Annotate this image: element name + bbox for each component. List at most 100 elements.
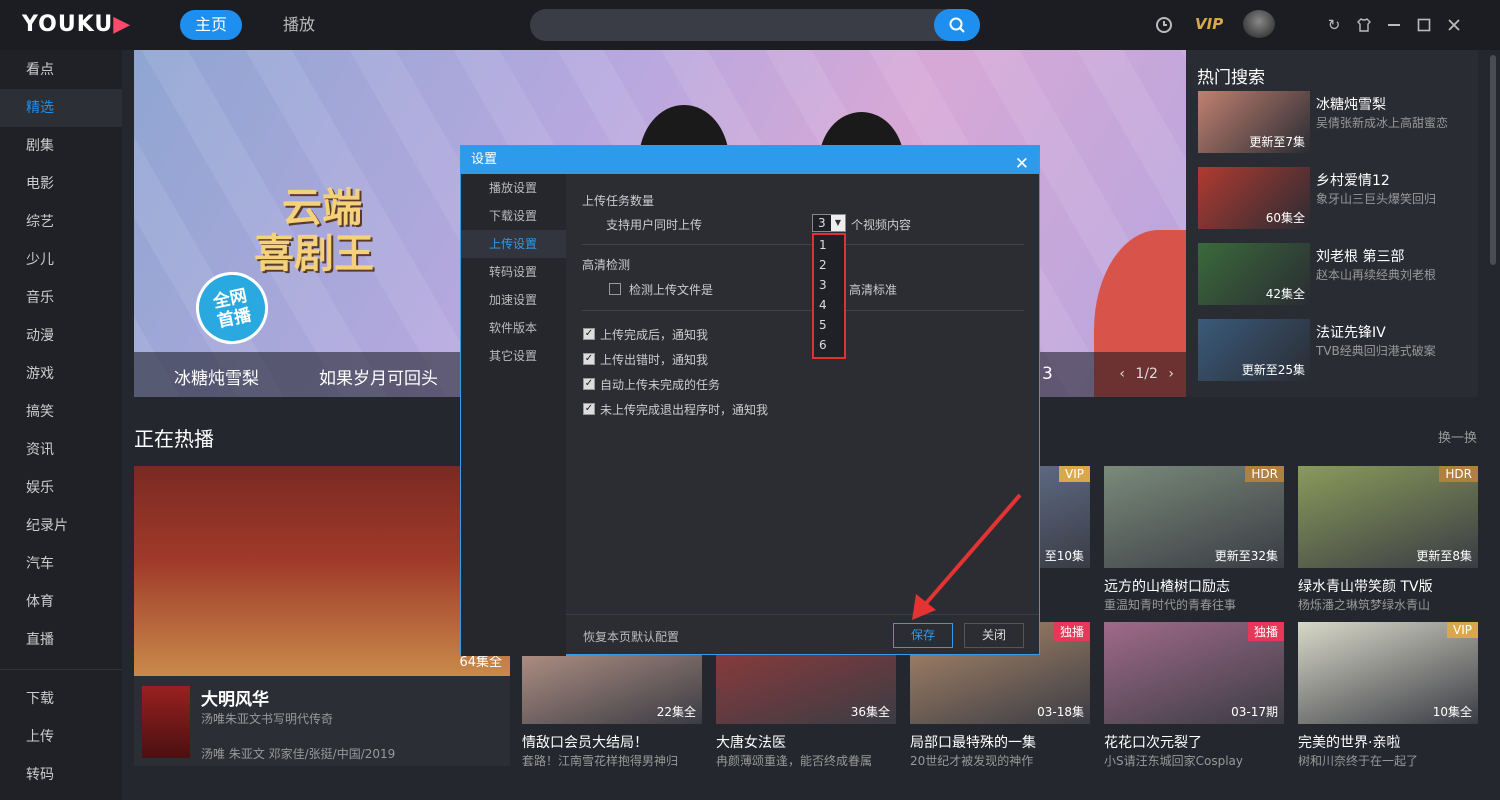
notify-checkbox[interactable]: ✓ [583, 328, 595, 340]
dropdown-arrow-icon[interactable]: ▼ [831, 215, 845, 231]
sidebar-item[interactable]: 娱乐 [0, 469, 122, 507]
hot-search-title[interactable]: 冰糖炖雪梨 [1316, 94, 1386, 114]
hot-search-item[interactable]: 更新至7集 冰糖炖雪梨 吴倩张新成冰上高甜蜜恋 [1198, 91, 1478, 153]
dropdown-option[interactable]: 5 [814, 315, 844, 335]
sidebar-item[interactable]: 音乐 [0, 279, 122, 317]
settings-nav-item[interactable]: 播放设置 [461, 174, 566, 202]
nav-play[interactable]: 播放 [268, 10, 330, 40]
sidebar-item[interactable]: 上传 [0, 718, 122, 756]
sidebar-item[interactable]: 直播 [0, 621, 122, 659]
video-card[interactable]: VIP 10集全 完美的世界·亲啦 树和川奈终于在一起了 [1298, 622, 1478, 768]
settings-nav-item[interactable]: 其它设置 [461, 342, 566, 370]
hot-search-item[interactable]: 42集全 刘老根 第三部 赵本山再续经典刘老根 [1198, 243, 1478, 305]
sidebar-item[interactable]: 游戏 [0, 355, 122, 393]
video-tag-badge: HDR [1245, 466, 1284, 482]
video-title[interactable]: 绿水青山带笑颜 TV版 [1298, 576, 1433, 596]
banner-pager[interactable]: ‹ 1/2 › [1119, 366, 1174, 382]
settings-nav-item[interactable]: 下载设置 [461, 202, 566, 230]
video-title[interactable]: 局部口最特殊的一集 [910, 732, 1036, 752]
minimize-icon[interactable] [1383, 14, 1405, 36]
hot-search-thumbnail[interactable]: 更新至25集 [1198, 319, 1310, 381]
banner-strip-item[interactable]: 冰糖炖雪梨 [174, 364, 259, 389]
featured-title[interactable]: 大明风华 [201, 685, 269, 710]
upload-count-dropdown[interactable]: 123456 [812, 233, 846, 359]
video-card[interactable]: HDR 更新至32集远方的山楂树口励志重温知青时代的青春往事 [1104, 466, 1284, 612]
hot-search-item[interactable]: 60集全 乡村爱情12 象牙山三巨头爆笑回归 [1198, 167, 1478, 229]
banner-strip-item[interactable]: 3 [1042, 364, 1053, 384]
video-thumbnail[interactable]: VIP 10集全 [1298, 622, 1478, 724]
hot-search-title[interactable]: 乡村爱情12 [1316, 170, 1390, 190]
maximize-icon[interactable] [1413, 14, 1435, 36]
sidebar-item[interactable]: 体育 [0, 583, 122, 621]
hot-search-title[interactable]: 刘老根 第三部 [1316, 246, 1404, 266]
scrollbar[interactable] [1490, 55, 1496, 265]
settings-nav-item[interactable]: 加速设置 [461, 286, 566, 314]
sidebar-item[interactable]: 看点 [0, 51, 122, 89]
sidebar-item[interactable]: 汽车 [0, 545, 122, 583]
settings-nav-item[interactable]: 上传设置 [461, 230, 566, 258]
search-input[interactable] [530, 9, 980, 41]
upload-count-select[interactable]: 3 ▼ [812, 214, 846, 232]
swap-link[interactable]: 换一换 [1438, 427, 1477, 446]
history-icon[interactable] [1153, 14, 1175, 36]
chevron-right-icon[interactable]: › [1168, 366, 1174, 382]
sidebar-item[interactable]: 转码 [0, 756, 122, 794]
hot-search-thumbnail[interactable]: 42集全 [1198, 243, 1310, 305]
youku-logo[interactable]: YOUKU▶ [22, 12, 131, 37]
close-button[interactable]: 关闭 [964, 623, 1024, 648]
video-card[interactable]: HDR 更新至8集 绿水青山带笑颜 TV版 杨烁潘之琳筑梦绿水青山 [1298, 466, 1478, 612]
nav-home[interactable]: 主页 [180, 10, 243, 40]
sidebar-item[interactable]: 剧集 [0, 127, 122, 165]
settings-nav-item[interactable]: 软件版本 [461, 314, 566, 342]
sidebar-item[interactable]: 少儿 [0, 241, 122, 279]
video-title[interactable]: 完美的世界·亲啦 [1298, 732, 1400, 752]
notify-checkbox[interactable]: ✓ [583, 403, 595, 415]
sidebar-item[interactable]: 下载 [0, 680, 122, 718]
dropdown-option[interactable]: 1 [814, 235, 844, 255]
hot-search-thumbnail[interactable]: 更新至7集 [1198, 91, 1310, 153]
sidebar-item[interactable]: 综艺 [0, 203, 122, 241]
sidebar-item[interactable]: 纪录片 [0, 507, 122, 545]
notify-checkbox[interactable]: ✓ [583, 378, 595, 390]
episode-count: 10集全 [1432, 705, 1472, 719]
save-button[interactable]: 保存 [893, 623, 953, 648]
video-thumbnail[interactable]: HDR 更新至32集 [1104, 466, 1284, 568]
notify-checkbox[interactable]: ✓ [583, 353, 595, 365]
video-thumbnail[interactable]: HDR 更新至8集 [1298, 466, 1478, 568]
sidebar-item[interactable]: 资讯 [0, 431, 122, 469]
hot-search-thumbnail[interactable]: 60集全 [1198, 167, 1310, 229]
video-title[interactable]: 情敌口会员大结局！ [522, 732, 648, 752]
close-window-icon[interactable] [1443, 14, 1465, 36]
hd-check-checkbox[interactable] [609, 283, 621, 295]
sidebar-item[interactable]: 动漫 [0, 317, 122, 355]
featured-thumbnail[interactable]: 64集全 [134, 466, 510, 676]
episode-count: 至10集 [1044, 549, 1084, 563]
sidebar-item[interactable]: 搞笑 [0, 393, 122, 431]
sidebar-item[interactable]: 电影 [0, 165, 122, 203]
dropdown-option[interactable]: 2 [814, 255, 844, 275]
avatar[interactable] [1243, 10, 1275, 38]
video-desc: 重温知青时代的青春往事 [1104, 598, 1237, 612]
vip-badge[interactable]: VIP [1195, 15, 1223, 33]
chevron-left-icon[interactable]: ‹ [1119, 366, 1125, 382]
video-card[interactable]: 独播 03-17期 花花口次元裂了 小S请汪东城回家Cosplay [1104, 622, 1284, 768]
sidebar-divider [0, 669, 122, 670]
hot-search-item[interactable]: 更新至25集 法证先锋IV TVB经典回归港式破案 [1198, 319, 1478, 381]
featured-card[interactable]: 64集全 大明风华 汤唯朱亚文书写明代传奇 汤唯 朱亚文 邓家佳/张挺/中国/2… [134, 466, 510, 766]
search-button[interactable] [934, 9, 980, 41]
restore-defaults-link[interactable]: 恢复本页默认配置 [583, 628, 679, 645]
video-title[interactable]: 远方的山楂树口励志 [1104, 576, 1230, 596]
settings-nav-item[interactable]: 转码设置 [461, 258, 566, 286]
featured-poster[interactable] [142, 686, 190, 758]
video-title[interactable]: 大唐女法医 [716, 732, 786, 752]
dropdown-option[interactable]: 3 [814, 275, 844, 295]
dropdown-option[interactable]: 6 [814, 335, 844, 355]
refresh-icon[interactable]: ↻ [1323, 14, 1345, 36]
hot-search-title[interactable]: 法证先锋IV [1316, 322, 1386, 342]
sidebar-item[interactable]: 精选 [0, 89, 122, 127]
video-title[interactable]: 花花口次元裂了 [1104, 732, 1202, 752]
video-thumbnail[interactable]: 独播 03-17期 [1104, 622, 1284, 724]
dropdown-option[interactable]: 4 [814, 295, 844, 315]
banner-strip-item[interactable]: 如果岁月可回头 [319, 364, 438, 389]
skin-icon[interactable] [1353, 14, 1375, 36]
